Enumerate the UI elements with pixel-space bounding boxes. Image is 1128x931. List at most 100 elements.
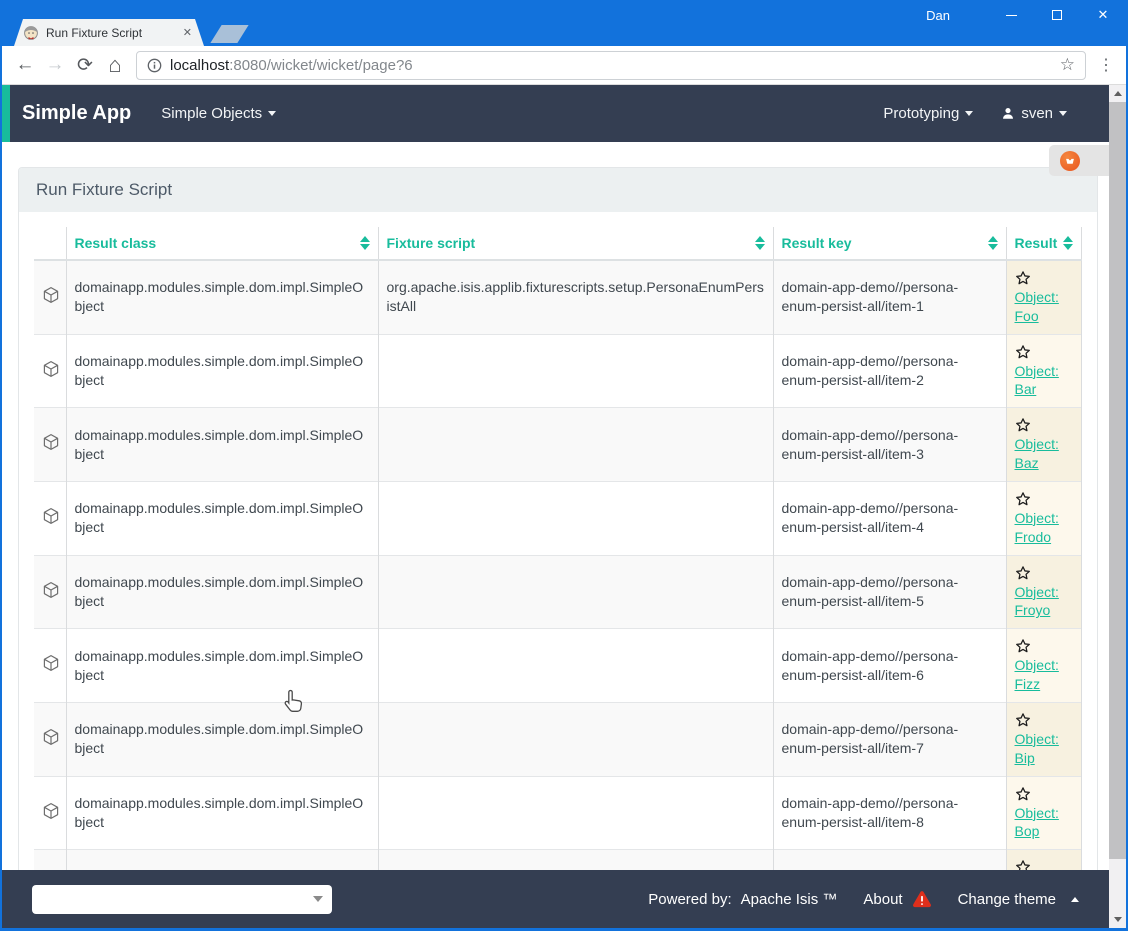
row-icon-cell [34,408,66,482]
star-icon[interactable] [1015,712,1031,728]
column-header-result-class[interactable]: Result class [66,227,378,260]
chrome-menu-icon[interactable]: ⋮ [1094,55,1118,75]
change-theme-link[interactable]: Change theme [958,891,1079,908]
fixture-script-cell [378,703,773,777]
fixture-script-cell [378,408,773,482]
chrome-profile-name[interactable]: Dan [926,8,950,23]
menu-simple-objects[interactable]: Simple Objects [161,105,276,122]
sort-icon[interactable] [1063,236,1073,250]
table-row: domainapp.modules.simple.dom.impl.Simple… [34,260,1082,334]
panel-header: Run Fixture Script [19,168,1097,212]
result-class-cell: domainapp.modules.simple.dom.impl.Simple… [66,260,378,334]
column-header-result[interactable]: Result [1006,227,1082,260]
result-cell: Object: Bar [1006,334,1082,408]
scrollbar-thumb[interactable] [1109,102,1126,859]
sort-icon[interactable] [988,236,998,250]
app-brand[interactable]: Simple App [22,102,131,125]
panel-body: Result class Fixture script Result key [19,212,1097,870]
domain-object-cube-icon [42,360,60,378]
result-object-link[interactable]: Object: Bip [1015,731,1059,766]
minimize-button[interactable] [988,0,1034,30]
row-icon-cell [34,334,66,408]
sort-icon[interactable] [755,236,765,250]
result-object-link[interactable]: Object: Froyo [1015,584,1059,619]
back-icon[interactable]: ← [12,52,38,78]
maximize-button[interactable] [1034,0,1080,30]
row-icon-cell [34,260,66,334]
scrollbar-track[interactable] [1109,859,1126,911]
result-key-cell: domain-app-demo//persona-enum-persist-al… [773,334,1006,408]
result-cell: Object: Foo [1006,260,1082,334]
forward-icon[interactable]: → [42,52,68,78]
sort-icon[interactable] [360,236,370,250]
result-object-link[interactable]: Object: Fizz [1015,657,1059,692]
result-cell: Object: Baz [1006,408,1082,482]
browser-window: Run Fixture Script ✕ Dan ✕ ← → ⟳ ⌂ local… [0,0,1128,931]
browser-tab[interactable]: Run Fixture Script ✕ [14,19,204,46]
about-link[interactable]: About [863,890,931,908]
result-key-cell: domain-app-demo//persona-enum-persist-al… [773,260,1006,334]
close-button[interactable]: ✕ [1080,0,1126,30]
result-key-cell: domain-app-demo//persona-enum-persist-al… [773,850,1006,870]
vertical-scrollbar[interactable] [1109,85,1126,928]
table-row: domainapp.modules.simple.dom.impl.Simple… [34,334,1082,408]
result-object-link[interactable]: Object: Frodo [1015,510,1059,545]
result-cell: Object: Fizz [1006,629,1082,703]
browser-toolbar: ← → ⟳ ⌂ localhost:8080/wicket/wicket/pag… [2,46,1126,85]
menu-user[interactable]: sven [1001,105,1067,122]
star-icon[interactable] [1015,270,1031,286]
domain-object-cube-icon [42,728,60,746]
star-icon[interactable] [1015,491,1031,507]
refresh-icon[interactable]: ⟳ [72,52,98,78]
url-path: :8080/wicket/wicket/page?6 [229,57,1060,74]
domain-object-cube-icon [42,507,60,525]
domain-object-cube-icon [42,286,60,304]
result-class-cell: domainapp.modules.simple.dom.impl.Simple… [66,776,378,850]
result-class-cell: domainapp.modules.simple.dom.impl.Simple… [66,334,378,408]
domain-object-cube-icon [42,433,60,451]
result-key-cell: domain-app-demo//persona-enum-persist-al… [773,629,1006,703]
result-cell: Object: Bang [1006,850,1082,870]
result-object-link[interactable]: Object: Bop [1015,805,1059,840]
table-row: domainapp.modules.simple.dom.impl.Simple… [34,408,1082,482]
domain-object-cube-icon [42,802,60,820]
scroll-up-icon[interactable] [1109,85,1126,102]
star-icon[interactable] [1015,417,1031,433]
home-icon[interactable]: ⌂ [102,52,128,78]
row-icon-cell [34,850,66,870]
result-cell: Object: Frodo [1006,482,1082,556]
star-icon[interactable] [1015,565,1031,581]
bookmark-star-icon[interactable]: ☆ [1060,55,1075,75]
chevron-down-icon [1059,111,1067,116]
url-bar[interactable]: localhost:8080/wicket/wicket/page?6 ☆ [136,51,1086,80]
new-tab-button[interactable] [210,25,248,43]
wicket-debug-icon[interactable] [1060,151,1080,171]
result-object-link[interactable]: Object: Bar [1015,363,1059,398]
result-object-link[interactable]: Object: Foo [1015,289,1059,324]
fixture-script-cell [378,776,773,850]
star-icon[interactable] [1015,859,1031,870]
menu-prototyping[interactable]: Prototyping [883,105,973,122]
result-class-cell: domainapp.modules.simple.dom.impl.Simple… [66,555,378,629]
column-header-fixture-script[interactable]: Fixture script [378,227,773,260]
result-key-cell: domain-app-demo//persona-enum-persist-al… [773,482,1006,556]
result-key-cell: domain-app-demo//persona-enum-persist-al… [773,555,1006,629]
fixture-result-panel: Run Fixture Script Result class [18,167,1098,870]
fixture-script-cell [378,334,773,408]
star-icon[interactable] [1015,786,1031,802]
page-info-icon[interactable] [147,58,162,73]
apache-isis-link[interactable]: Apache Isis ™ [741,891,838,908]
result-cell: Object: Froyo [1006,555,1082,629]
scroll-down-icon[interactable] [1109,911,1126,928]
result-object-link[interactable]: Object: Baz [1015,436,1059,471]
chevron-down-icon [268,111,276,116]
row-icon-cell [34,776,66,850]
theme-select[interactable] [32,885,332,914]
table-row: domainapp.modules.simple.dom.impl.Simple… [34,776,1082,850]
app-footer: Powered by: Apache Isis ™ About Change t… [2,870,1109,928]
column-header-result-key[interactable]: Result key [773,227,1006,260]
tab-close-icon[interactable]: ✕ [180,24,195,41]
star-icon[interactable] [1015,344,1031,360]
star-icon[interactable] [1015,638,1031,654]
table-row: domainapp.modules.simple.dom.impl.Simple… [34,629,1082,703]
